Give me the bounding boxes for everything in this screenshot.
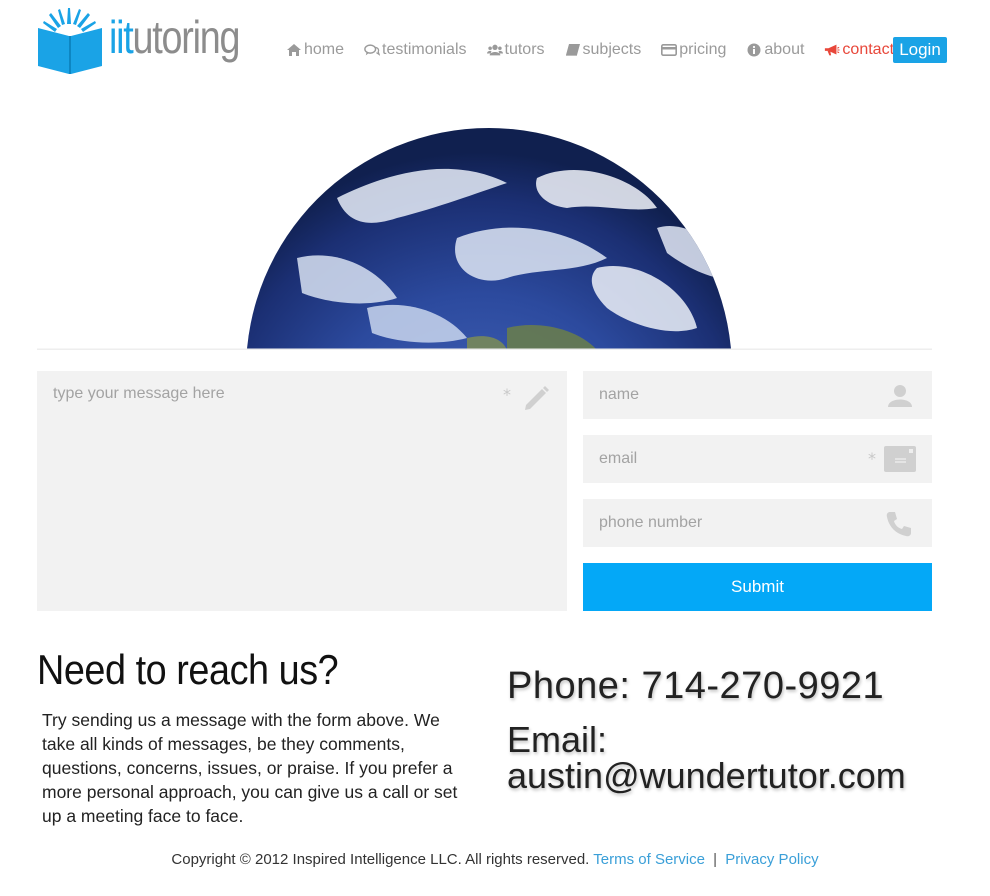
bullhorn-icon: [824, 42, 840, 58]
contact-description: Try sending us a message with the form a…: [42, 710, 458, 826]
brand-name-prefix: iit: [109, 11, 134, 63]
nav-item-label: contact: [842, 41, 895, 58]
credit-card-icon: [661, 42, 678, 58]
brand-wordmark: iitutoring: [109, 11, 241, 63]
main-nav: home testimonials tutors subjects pricin…: [286, 36, 914, 64]
footer-separator: |: [713, 851, 718, 868]
user-icon: [887, 383, 913, 411]
required-mark: *: [868, 449, 876, 468]
terms-of-service-link[interactable]: Terms of Service: [593, 851, 705, 868]
copyright-text: Copyright © 2012 Inspired Intelligence L…: [171, 851, 590, 868]
hero-earth-image: [37, 88, 932, 350]
required-mark: *: [503, 385, 511, 404]
open-book-logo-icon: [37, 6, 103, 74]
submit-button[interactable]: Submit: [583, 563, 932, 611]
nav-item-label: pricing: [679, 41, 727, 58]
email-contact: Email: austin@wundertutor.com: [507, 722, 906, 794]
users-icon: [486, 42, 503, 58]
email-field-container: *: [583, 435, 932, 483]
envelope-icon: [884, 446, 916, 476]
nav-item-label: about: [764, 41, 805, 58]
email-input[interactable]: [583, 435, 932, 483]
nav-item-label: subjects: [582, 41, 642, 58]
nav-item-about[interactable]: about: [746, 41, 804, 59]
phone-icon: [884, 509, 914, 543]
nav-item-label: testimonials: [382, 41, 467, 58]
nav-item-tutors[interactable]: tutors: [486, 41, 545, 59]
nav-item-pricing[interactable]: pricing: [661, 41, 726, 59]
phone-field-container: [583, 499, 932, 547]
pencil-icon: [520, 381, 552, 417]
nav-item-testimonials[interactable]: testimonials: [364, 41, 467, 59]
nav-item-label: home: [304, 41, 345, 58]
home-icon: [286, 42, 302, 58]
privacy-policy-link[interactable]: Privacy Policy: [725, 851, 818, 868]
login-button[interactable]: Login: [893, 37, 947, 63]
contact-heading: Need to reach us?: [37, 646, 339, 693]
message-textarea[interactable]: [37, 371, 567, 611]
info-icon: [746, 42, 762, 58]
comments-icon: [364, 42, 381, 58]
nav-item-contact[interactable]: contact: [824, 41, 894, 59]
phone-input[interactable]: [583, 499, 932, 547]
phone-number: Phone: 714-270-9921: [507, 665, 885, 707]
brand-logo[interactable]: iitutoring: [37, 6, 268, 74]
footer: Copyright © 2012 Inspired Intelligence L…: [0, 851, 990, 868]
name-input[interactable]: [583, 371, 932, 419]
nav-item-subjects[interactable]: subjects: [565, 41, 642, 59]
email-address: austin@wundertutor.com: [507, 755, 906, 796]
email-label: Email:: [507, 719, 608, 760]
nav-item-label: tutors: [504, 41, 545, 58]
nav-item-home[interactable]: home: [286, 41, 344, 59]
book-icon: [565, 42, 581, 58]
message-field-container: *: [37, 371, 567, 611]
brand-name-suffix: utoring: [132, 11, 241, 63]
name-field-container: [583, 371, 932, 419]
